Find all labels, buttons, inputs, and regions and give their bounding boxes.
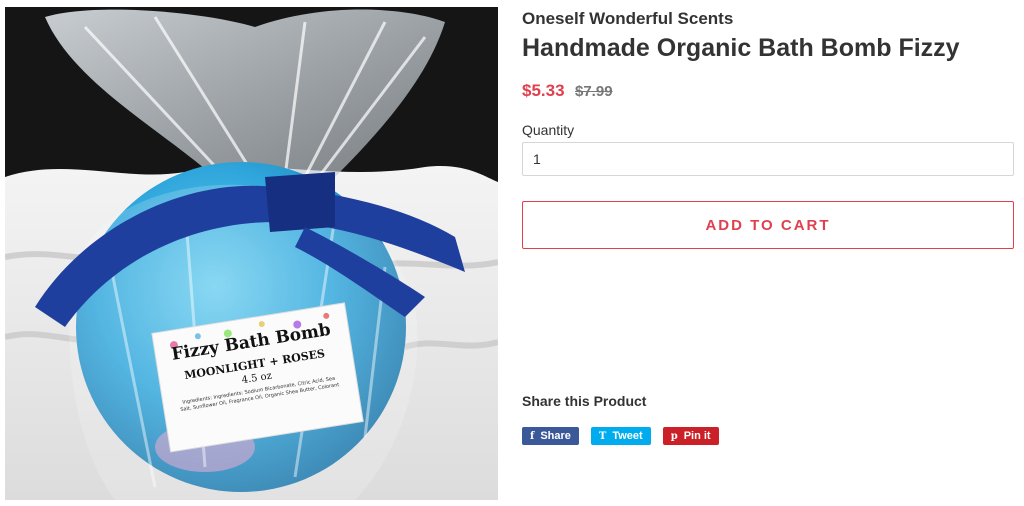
facebook-share-button[interactable]: f Share	[522, 427, 579, 445]
compare-at-price: $7.99	[575, 83, 613, 100]
twitter-icon: T	[598, 430, 607, 442]
vendor-name[interactable]: Oneself Wonderful Scents	[522, 9, 733, 29]
product-title: Handmade Organic Bath Bomb Fizzy	[522, 34, 960, 62]
pinterest-share-button[interactable]: p Pin it	[662, 427, 719, 445]
share-buttons: f Share T Tweet p Pin it	[522, 427, 719, 445]
pin-label: Pin it	[683, 430, 711, 442]
twitter-share-button[interactable]: T Tweet	[590, 427, 651, 445]
add-to-cart-button[interactable]: ADD TO CART	[522, 201, 1014, 249]
tweet-label: Tweet	[612, 430, 643, 442]
product-photo-illustration	[5, 7, 498, 500]
share-label: Share	[540, 430, 571, 442]
price-row: $5.33 $7.99	[522, 81, 613, 101]
quantity-input[interactable]	[522, 142, 1014, 176]
sale-price: $5.33	[522, 81, 565, 100]
product-image[interactable]: Fizzy Bath Bomb Moonlight + Roses 4.5 oz…	[5, 7, 498, 500]
facebook-icon: f	[530, 430, 535, 442]
pinterest-icon: p	[670, 430, 678, 442]
quantity-label: Quantity	[522, 122, 575, 138]
share-heading: Share this Product	[522, 393, 647, 409]
